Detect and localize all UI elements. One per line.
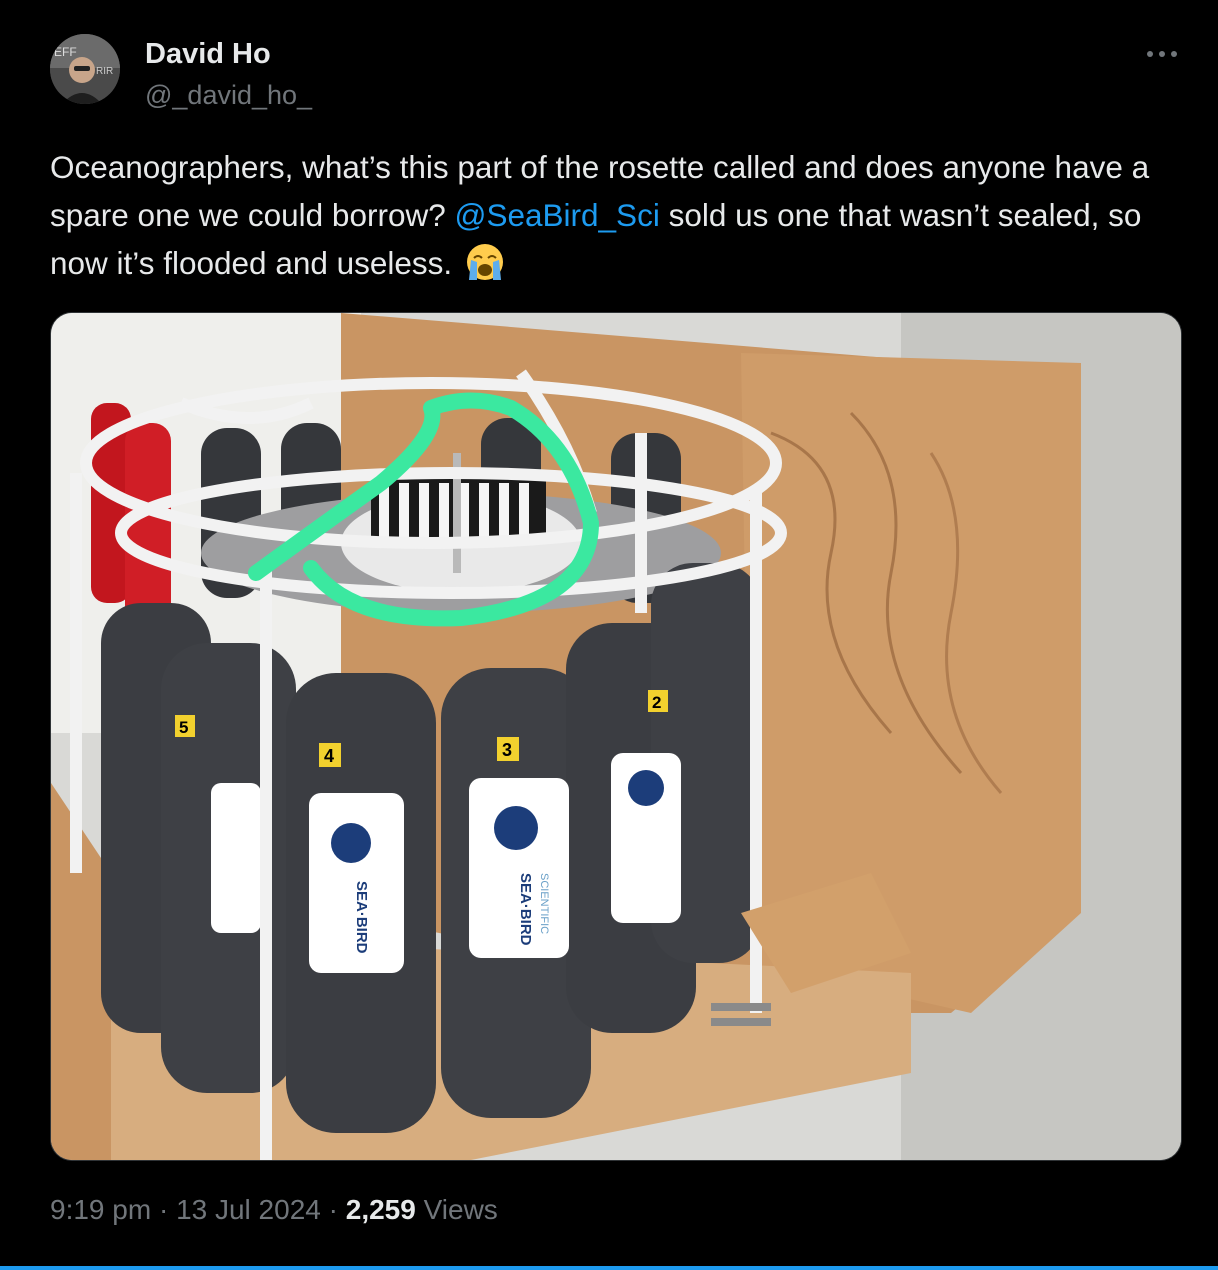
svg-text:EFF: EFF — [54, 45, 77, 59]
bottle-number: 3 — [502, 740, 512, 760]
tweet-meta: 9:19 pm · 13 Jul 2024 · 2,259 Views — [50, 1194, 498, 1226]
more-options-button[interactable] — [1140, 40, 1184, 68]
meta-separator: · — [151, 1194, 177, 1225]
bottle-number: 4 — [324, 746, 334, 766]
tweet-text: Oceanographers, what’s this part of the … — [50, 143, 1200, 287]
author-name[interactable]: David Ho — [145, 38, 271, 71]
brand-subtext: SCIENTIFIC — [538, 873, 550, 934]
tweet-container: EFF RIR David Ho @_david_ho_ Oceanograph… — [0, 0, 1218, 1270]
brand-text: SEA·BIRD — [353, 881, 370, 954]
crying-face-icon — [466, 244, 503, 280]
meta-separator: · — [320, 1194, 346, 1225]
mention-link[interactable]: @SeaBird_Sci — [455, 197, 660, 233]
avatar-image: EFF RIR — [50, 34, 120, 104]
tweet-date[interactable]: 13 Jul 2024 — [176, 1194, 321, 1225]
views-count: 2,259 — [345, 1194, 416, 1225]
bottle-number: 5 — [179, 718, 188, 737]
more-dots-icon — [1147, 51, 1153, 57]
views-label: Views — [415, 1194, 498, 1225]
focus-underline — [0, 1266, 1218, 1270]
avatar[interactable]: EFF RIR — [50, 34, 120, 104]
rosette-photo: 5 4 3 2 SEA·BIRD SEA·BIRD SCIENTIFIC — [51, 313, 1181, 1160]
author-handle[interactable]: @_david_ho_ — [145, 80, 312, 111]
tweet-time[interactable]: 9:19 pm — [50, 1194, 151, 1225]
tweet-photo[interactable]: 5 4 3 2 SEA·BIRD SEA·BIRD SCIENTIFIC — [50, 312, 1182, 1161]
bottle-number: 2 — [652, 693, 661, 712]
brand-text: SEA·BIRD — [517, 873, 534, 946]
svg-text:RIR: RIR — [96, 66, 113, 77]
